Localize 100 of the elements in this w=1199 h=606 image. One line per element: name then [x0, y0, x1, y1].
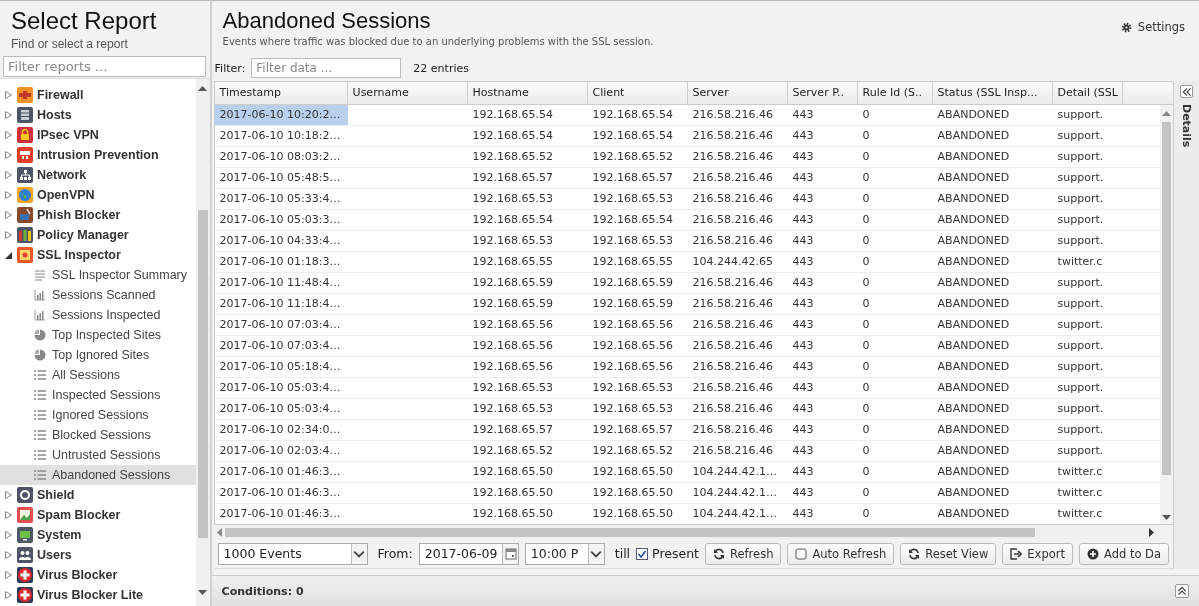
pie-chart-icon: [34, 329, 46, 341]
settings-button[interactable]: Settings: [1117, 15, 1188, 39]
toolbar-button[interactable]: Reset View: [900, 542, 997, 565]
report-item[interactable]: Sessions Scanned: [0, 285, 196, 305]
tree-item[interactable]: Policy Manager: [0, 225, 196, 245]
table-cell-text: 216.58.216.46: [691, 380, 775, 396]
table-cell-text: 0: [861, 233, 871, 249]
table-cell-text: 192.168.65.50: [591, 506, 675, 522]
column-header[interactable]: Detail (SSL: [1052, 82, 1123, 104]
table-cell-text: 192.168.65.56: [591, 317, 675, 333]
tree-item[interactable]: Network: [0, 165, 196, 185]
column-header[interactable]: Username: [347, 82, 468, 104]
report-item[interactable]: Sessions Inspected: [0, 305, 196, 325]
toolbar-button[interactable]: Add to Da: [1078, 542, 1169, 565]
column-header[interactable]: Server P..: [787, 82, 858, 104]
date-field[interactable]: 2017-06-09: [418, 542, 519, 565]
table-cell-text: ABANDONED: [936, 107, 1011, 123]
table-cell-text: 216.58.216.46: [691, 107, 775, 123]
tree-item[interactable]: System: [0, 525, 196, 545]
scroll-right-icon[interactable]: [1149, 528, 1155, 537]
events-dropdown[interactable]: 1000 Events: [217, 542, 368, 565]
tree-item[interactable]: Firewall: [0, 85, 196, 105]
report-item[interactable]: Inspected Sessions: [0, 385, 196, 405]
collapsed-arrow-icon[interactable]: [4, 490, 13, 500]
list-icon: [34, 429, 46, 441]
monitor-icon: [17, 527, 33, 543]
tree-item[interactable]: Users: [0, 545, 196, 565]
expand-button[interactable]: [1180, 85, 1193, 98]
tree-item[interactable]: Hosts: [0, 105, 196, 125]
table-cell-text: 443: [791, 233, 815, 249]
collapsed-arrow-icon[interactable]: [4, 230, 13, 240]
tree-item[interactable]: Intrusion Prevention: [0, 145, 196, 165]
scrollbar[interactable]: [1160, 105, 1173, 524]
scroll-left-icon[interactable]: [215, 528, 222, 537]
table-cell-text: 0: [861, 191, 871, 207]
table-cell-text: 192.168.65.53: [471, 401, 555, 417]
table-cell-text: ABANDONED: [936, 149, 1011, 165]
toolbar-button[interactable]: Auto Refresh: [787, 542, 895, 565]
table-cell-text: support.: [1056, 296, 1105, 312]
collapsed-arrow-icon[interactable]: [4, 110, 13, 120]
report-item[interactable]: Top Inspected Sites: [0, 325, 196, 345]
toolbar-button[interactable]: Export: [1002, 542, 1073, 565]
table-cell-text: 192.168.65.54: [591, 128, 675, 144]
column-header[interactable]: Client: [587, 82, 688, 104]
collapsed-arrow-icon[interactable]: [4, 210, 13, 220]
collapsed-arrow-icon[interactable]: [4, 570, 13, 580]
column-header[interactable]: Rule Id (S..: [857, 82, 933, 104]
collapsed-arrow-icon[interactable]: [4, 150, 13, 160]
details-label[interactable]: Details: [1180, 104, 1193, 148]
collapsed-arrow-icon[interactable]: [4, 170, 13, 180]
table-cell-text: 443: [791, 401, 815, 417]
report-item-label: All Sessions: [52, 368, 121, 382]
table-cell-text: 216.58.216.46: [691, 212, 775, 228]
column-header[interactable]: Status (SSL Insp...: [932, 82, 1053, 104]
collapsed-arrow-icon[interactable]: [4, 530, 13, 540]
time-dropdown[interactable]: 10:00 P: [524, 542, 605, 565]
scrollbar[interactable]: [195, 79, 210, 606]
report-item[interactable]: Top Ignored Sites: [0, 345, 196, 365]
tree-item[interactable]: OpenVPN: [0, 185, 196, 205]
scroll-up-icon[interactable]: [1162, 110, 1171, 116]
scroll-down-icon[interactable]: [198, 590, 208, 596]
scroll-up-icon[interactable]: [198, 85, 208, 91]
tree-item[interactable]: Virus Blocker: [0, 565, 196, 585]
filter-field[interactable]: Filter reports ...: [3, 56, 206, 77]
present-checkbox[interactable]: Present: [636, 546, 699, 561]
table-cell-text: 0: [861, 485, 871, 501]
table-cell-text: ABANDONED: [936, 128, 1011, 144]
tree-item[interactable]: IPsec VPN: [0, 125, 196, 145]
report-item[interactable]: Blocked Sessions: [0, 425, 196, 445]
network-icon: [17, 167, 33, 183]
report-item[interactable]: Untrusted Sessions: [0, 445, 196, 465]
tree-item[interactable]: Spam Blocker: [0, 505, 196, 525]
picture-frame-icon: [17, 507, 33, 523]
expanded-arrow-icon[interactable]: [4, 250, 13, 260]
report-item[interactable]: Ignored Sessions: [0, 405, 196, 425]
report-item[interactable]: SSL Inspector Summary: [0, 265, 196, 285]
table-cell-text: 192.168.65.55: [471, 254, 555, 270]
collapsed-arrow-icon[interactable]: [4, 190, 13, 200]
collapsed-arrow-icon[interactable]: [4, 90, 13, 100]
tree-item[interactable]: SSL Inspector: [0, 245, 196, 265]
collapsed-arrow-icon[interactable]: [4, 510, 13, 520]
table-cell-text: 192.168.65.54: [471, 128, 555, 144]
tree-item[interactable]: Shield: [0, 485, 196, 505]
table-cell-text: 192.168.65.50: [591, 485, 675, 501]
toolbar-button[interactable]: Refresh: [705, 542, 782, 565]
tree-item[interactable]: Virus Blocker Lite: [0, 585, 196, 605]
collapsed-arrow-icon[interactable]: [4, 550, 13, 560]
tree-item[interactable]: Phish Blocker: [0, 205, 196, 225]
column-header[interactable]: Hostname: [467, 82, 588, 104]
tree-item-label: Intrusion Prevention: [37, 148, 159, 162]
table-cell-text: 192.168.65.53: [591, 380, 675, 396]
column-header[interactable]: Server: [687, 82, 788, 104]
filter-field[interactable]: Filter data ...: [251, 58, 402, 78]
scroll-down-icon[interactable]: [1162, 515, 1171, 521]
expand-button[interactable]: [1175, 584, 1189, 598]
report-item[interactable]: All Sessions: [0, 365, 196, 385]
collapsed-arrow-icon[interactable]: [4, 590, 13, 600]
collapsed-arrow-icon[interactable]: [4, 130, 13, 140]
column-header[interactable]: Timestamp: [214, 82, 348, 104]
report-item[interactable]: Abandoned Sessions: [0, 465, 196, 485]
